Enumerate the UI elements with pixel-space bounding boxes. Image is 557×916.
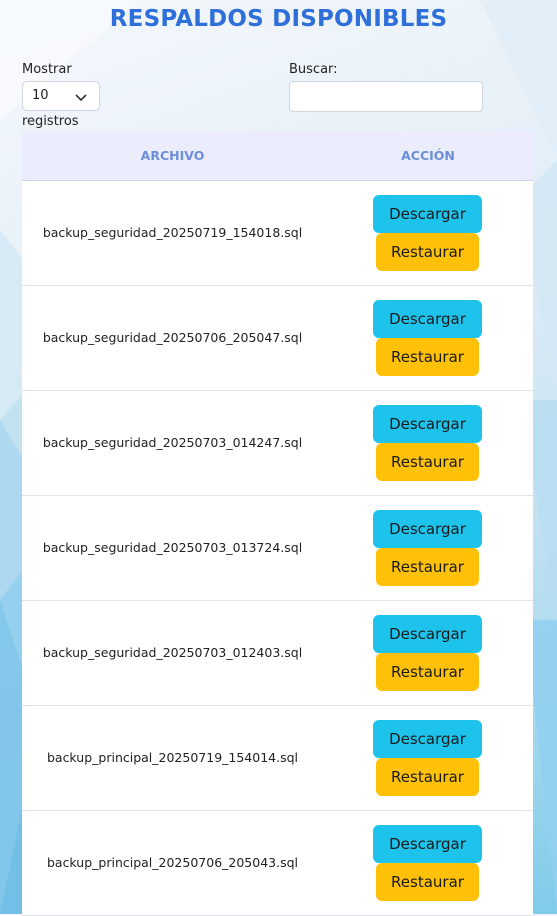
table-body: backup_seguridad_20250719_154018.sql Desc…	[22, 181, 533, 916]
action-cell: Descargar Restaurar	[323, 391, 533, 495]
search-input[interactable]	[289, 81, 483, 112]
backup-file-name: backup_seguridad_20250703_012403.sql	[42, 645, 303, 660]
backup-file-name: backup_seguridad_20250703_013724.sql	[42, 540, 303, 555]
action-cell: Descargar Restaurar	[323, 811, 533, 915]
restore-button[interactable]: Restaurar	[376, 653, 479, 691]
download-button[interactable]: Descargar	[373, 195, 482, 233]
table-row: backup_seguridad_20250703_013724.sql Desc…	[22, 496, 533, 601]
download-button[interactable]: Descargar	[373, 720, 482, 758]
length-menu-label: Mostrar	[22, 62, 72, 77]
chevron-down-icon	[75, 91, 87, 106]
restore-button[interactable]: Restaurar	[376, 548, 479, 586]
table-row: backup_seguridad_20250703_014247.sql Desc…	[22, 391, 533, 496]
table-header: ARCHIVO ACCIÓN	[22, 131, 533, 181]
backup-file-name: backup_seguridad_20250703_014247.sql	[42, 435, 303, 450]
backup-file-name: backup_seguridad_20250719_154018.sql	[42, 225, 303, 240]
table-row: backup_seguridad_20250706_205047.sql Desc…	[22, 286, 533, 391]
restore-button[interactable]: Restaurar	[376, 758, 479, 796]
download-button[interactable]: Descargar	[373, 825, 482, 863]
backup-file-name: backup_principal_20250719_154014.sql	[46, 750, 299, 765]
download-button[interactable]: Descargar	[373, 510, 482, 548]
table-row: backup_principal_20250719_154014.sql Desc…	[22, 706, 533, 811]
restore-button[interactable]: Restaurar	[376, 338, 479, 376]
action-cell: Descargar Restaurar	[323, 286, 533, 390]
page-title: RESPALDOS DISPONIBLES	[109, 6, 448, 32]
backups-table: ARCHIVO ACCIÓN backup_seguridad_20250719…	[22, 131, 533, 916]
column-header-file[interactable]: ARCHIVO	[22, 131, 323, 181]
restore-button[interactable]: Restaurar	[376, 233, 479, 271]
download-button[interactable]: Descargar	[373, 405, 482, 443]
restore-button[interactable]: Restaurar	[376, 443, 479, 481]
download-button[interactable]: Descargar	[373, 615, 482, 653]
action-cell: Descargar Restaurar	[323, 181, 533, 285]
entries-per-page-value: 10	[32, 88, 49, 103]
column-header-action[interactable]: ACCIÓN	[323, 131, 533, 181]
backup-file-name: backup_seguridad_20250706_205047.sql	[42, 330, 303, 345]
table-row: backup_principal_20250706_205043.sql Desc…	[22, 811, 533, 916]
action-cell: Descargar Restaurar	[323, 601, 533, 705]
download-button[interactable]: Descargar	[373, 300, 482, 338]
table-row: backup_seguridad_20250719_154018.sql Desc…	[22, 181, 533, 286]
backup-file-name: backup_principal_20250706_205043.sql	[46, 855, 299, 870]
length-menu-suffix: registros	[22, 114, 79, 129]
action-cell: Descargar Restaurar	[323, 496, 533, 600]
table-row: backup_seguridad_20250703_012403.sql Desc…	[22, 601, 533, 706]
restore-button[interactable]: Restaurar	[376, 863, 479, 901]
action-cell: Descargar Restaurar	[323, 706, 533, 810]
search-label: Buscar:	[289, 62, 338, 77]
entries-per-page-select[interactable]: 10	[22, 81, 100, 111]
